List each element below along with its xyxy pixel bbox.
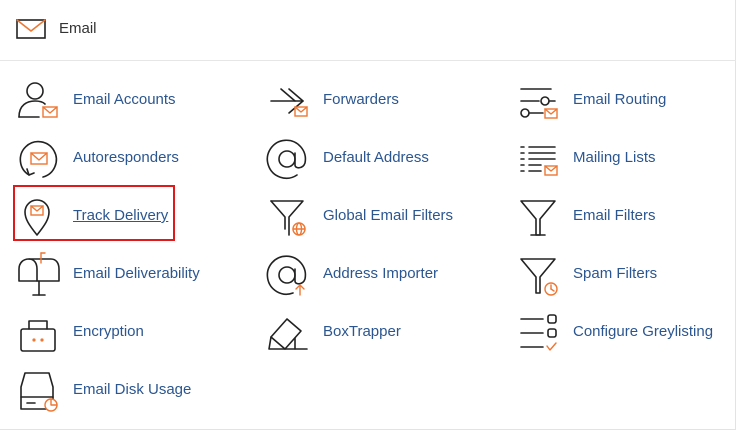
forwarders-link[interactable]: Forwarders — [265, 77, 495, 127]
global-email-filters-icon — [270, 200, 306, 236]
forwarders-label: Forwarders — [323, 91, 399, 108]
encryption-icon — [20, 320, 56, 352]
email-routing-icon — [520, 88, 558, 119]
email-routing-label: Email Routing — [573, 91, 667, 108]
email-disk-usage-link[interactable]: Email Disk Usage — [15, 367, 245, 417]
spam-filters-icon — [520, 258, 558, 296]
default-address-icon — [266, 139, 307, 180]
email-deliverability-link[interactable]: Email Deliverability — [15, 251, 245, 301]
email-filters-label: Email Filters — [573, 207, 656, 224]
autoresponders-link[interactable]: Autoresponders — [15, 135, 245, 185]
default-address-label: Default Address — [323, 149, 429, 166]
mailing-lists-link[interactable]: Mailing Lists — [515, 135, 738, 185]
autoresponders-label: Autoresponders — [73, 149, 179, 166]
mailing-lists-label: Mailing Lists — [573, 149, 656, 166]
address-importer-label: Address Importer — [323, 265, 439, 282]
envelope-icon — [16, 19, 46, 39]
email-accounts-label: Email Accounts — [73, 91, 176, 108]
email-deliverability-label: Email Deliverability — [73, 265, 200, 282]
boxtrapper-icon — [268, 318, 308, 350]
address-importer-icon — [266, 255, 307, 296]
global-email-filters-link[interactable]: Global Email Filters — [265, 193, 495, 243]
email-routing-link[interactable]: Email Routing — [515, 77, 738, 127]
email-disk-usage-label: Email Disk Usage — [73, 381, 192, 398]
configure-greylisting-icon — [520, 314, 557, 351]
email-accounts-icon — [18, 82, 58, 118]
section-title: Email — [59, 20, 97, 37]
email-deliverability-icon — [18, 252, 60, 296]
email-filters-link[interactable]: Email Filters — [515, 193, 738, 243]
configure-greylisting-label: Configure Greylisting — [573, 323, 714, 340]
boxtrapper-label: BoxTrapper — [323, 323, 401, 340]
global-email-filters-label: Global Email Filters — [323, 207, 454, 224]
highlight-box — [13, 185, 175, 241]
email-filters-icon — [520, 200, 556, 236]
forwarders-icon — [270, 88, 308, 117]
encryption-label: Encryption — [73, 323, 144, 340]
spam-filters-link[interactable]: Spam Filters — [515, 251, 738, 301]
spam-filters-label: Spam Filters — [573, 265, 658, 282]
mailing-lists-icon — [520, 146, 558, 176]
boxtrapper-link[interactable]: BoxTrapper — [265, 309, 495, 359]
section-header[interactable]: Email — [0, 0, 736, 61]
default-address-link[interactable]: Default Address — [265, 135, 495, 185]
encryption-link[interactable]: Encryption — [15, 309, 245, 359]
email-disk-usage-icon — [20, 372, 58, 412]
email-section-panel: Email Email Accounts Forwarders Email Ro… — [0, 0, 736, 430]
email-accounts-link[interactable]: Email Accounts — [15, 77, 245, 127]
configure-greylisting-link[interactable]: Configure Greylisting — [515, 309, 738, 359]
autoresponders-icon — [19, 140, 58, 178]
address-importer-link[interactable]: Address Importer — [265, 251, 495, 301]
